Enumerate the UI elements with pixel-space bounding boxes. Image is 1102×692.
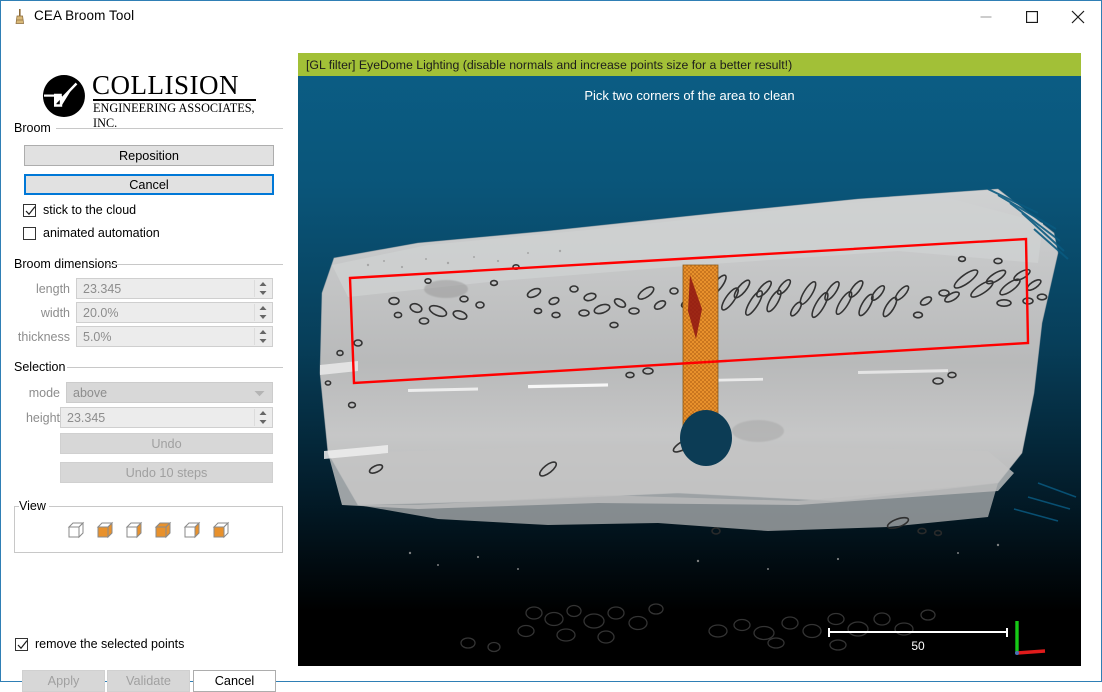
stick-to-cloud-label: stick to the cloud [43,203,137,217]
view-cube-top-button[interactable] [152,520,174,542]
height-spinner[interactable]: 23.345 [60,407,273,428]
spin-up-icon[interactable] [255,328,271,337]
mode-label: mode [28,386,60,400]
minimize-button[interactable] [963,1,1009,32]
dimensions-group-title: Broom dimensions [14,257,121,271]
animated-automation-checkbox[interactable]: animated automation [23,226,160,240]
mode-value: above [73,385,108,400]
window-title: CEA Broom Tool [34,8,135,23]
view-cube-left-button[interactable] [94,520,116,542]
length-value: 23.345 [83,281,122,296]
view-cube-right-button[interactable] [123,520,145,542]
spin-down-icon[interactable] [255,418,271,427]
company-logo: COLLISION ENGINEERING ASSOCIATES, INC. [42,70,257,130]
height-value: 23.345 [67,410,106,425]
validate-button[interactable]: Validate [107,670,190,692]
logo-line1: COLLISION [92,70,239,100]
broom-cancel-button[interactable]: Cancel [24,174,274,195]
checkbox-box [15,637,28,651]
width-label: width [40,306,70,320]
thickness-value: 5.0% [83,329,112,344]
length-spinner[interactable]: 23.345 [76,278,273,299]
viewport-prompt-message: Pick two corners of the area to clean [584,88,795,103]
gl-filter-banner: [GL filter] EyeDome Lighting (disable no… [298,53,1081,76]
remove-selected-points-label: remove the selected points [35,637,185,651]
remove-selected-points-checkbox[interactable]: remove the selected points [15,637,184,651]
app-window: CEA Broom Tool COLLISION ENGINEERING ASS… [0,0,1102,692]
undo-button[interactable]: Undo [60,433,273,454]
axis-gizmo [1003,613,1053,660]
spin-down-icon[interactable] [255,289,271,298]
selection-group-title: Selection [14,360,69,374]
thickness-label: thickness [17,330,70,344]
axis-x [1016,649,1046,655]
apply-button[interactable]: Apply [22,670,105,692]
gl-filter-text: [GL filter] EyeDome Lighting (disable no… [306,57,793,72]
checkbox-box [23,226,36,240]
close-button[interactable] [1055,1,1101,32]
broom-group-title: Broom [14,121,54,135]
spin-down-icon[interactable] [255,313,271,322]
view-cube-front-button[interactable] [65,520,87,542]
scale-bar-tick-left [828,628,830,637]
left-control-panel: COLLISION ENGINEERING ASSOCIATES, INC. B… [2,32,297,692]
scale-bar-value: 50 [911,639,925,653]
length-spin-buttons[interactable] [254,280,271,297]
spin-up-icon[interactable] [255,280,271,289]
selection-group-rule [67,367,283,368]
collision-logo-mark [42,74,86,118]
view-group-box [14,506,283,553]
checkbox-box [23,203,36,217]
width-value: 20.0% [83,305,119,320]
pick-point-marker [680,410,732,466]
mode-select[interactable]: above [66,382,273,403]
undo-10-steps-button[interactable]: Undo 10 steps [60,462,273,483]
view-group-title: View [19,499,49,513]
logo-line2: ENGINEERING ASSOCIATES, INC. [93,101,255,130]
height-spin-buttons[interactable] [254,409,271,426]
length-label: length [35,282,70,296]
broom-group-rule [56,128,283,129]
spin-down-icon[interactable] [255,337,271,346]
reposition-button[interactable]: Reposition [24,145,274,166]
maximize-button[interactable] [1009,1,1055,32]
broom-icon [12,8,28,25]
width-spin-buttons[interactable] [254,304,271,321]
spin-up-icon[interactable] [255,409,271,418]
view-cube-back-button[interactable] [181,520,203,542]
thickness-spin-buttons[interactable] [254,328,271,345]
footer-cancel-button[interactable]: Cancel [193,670,276,692]
height-label: height [25,411,60,425]
point-cloud-render [319,188,1077,653]
dimensions-group-rule [106,264,283,265]
point-cloud-viewport[interactable]: [GL filter] EyeDome Lighting (disable no… [298,53,1081,660]
width-spinner[interactable]: 20.0% [76,302,273,323]
scale-bar [828,628,1008,637]
thickness-spinner[interactable]: 5.0% [76,326,273,347]
scale-bar-line [828,631,1008,633]
spin-up-icon[interactable] [255,304,271,313]
chevron-down-icon[interactable] [254,384,265,402]
viewport-bottom-edge [298,660,1081,666]
view-cube-bottom-button[interactable] [210,520,232,542]
animated-automation-label: animated automation [43,226,160,240]
stick-to-cloud-checkbox[interactable]: stick to the cloud [23,203,136,217]
title-bar: CEA Broom Tool [1,1,1101,32]
